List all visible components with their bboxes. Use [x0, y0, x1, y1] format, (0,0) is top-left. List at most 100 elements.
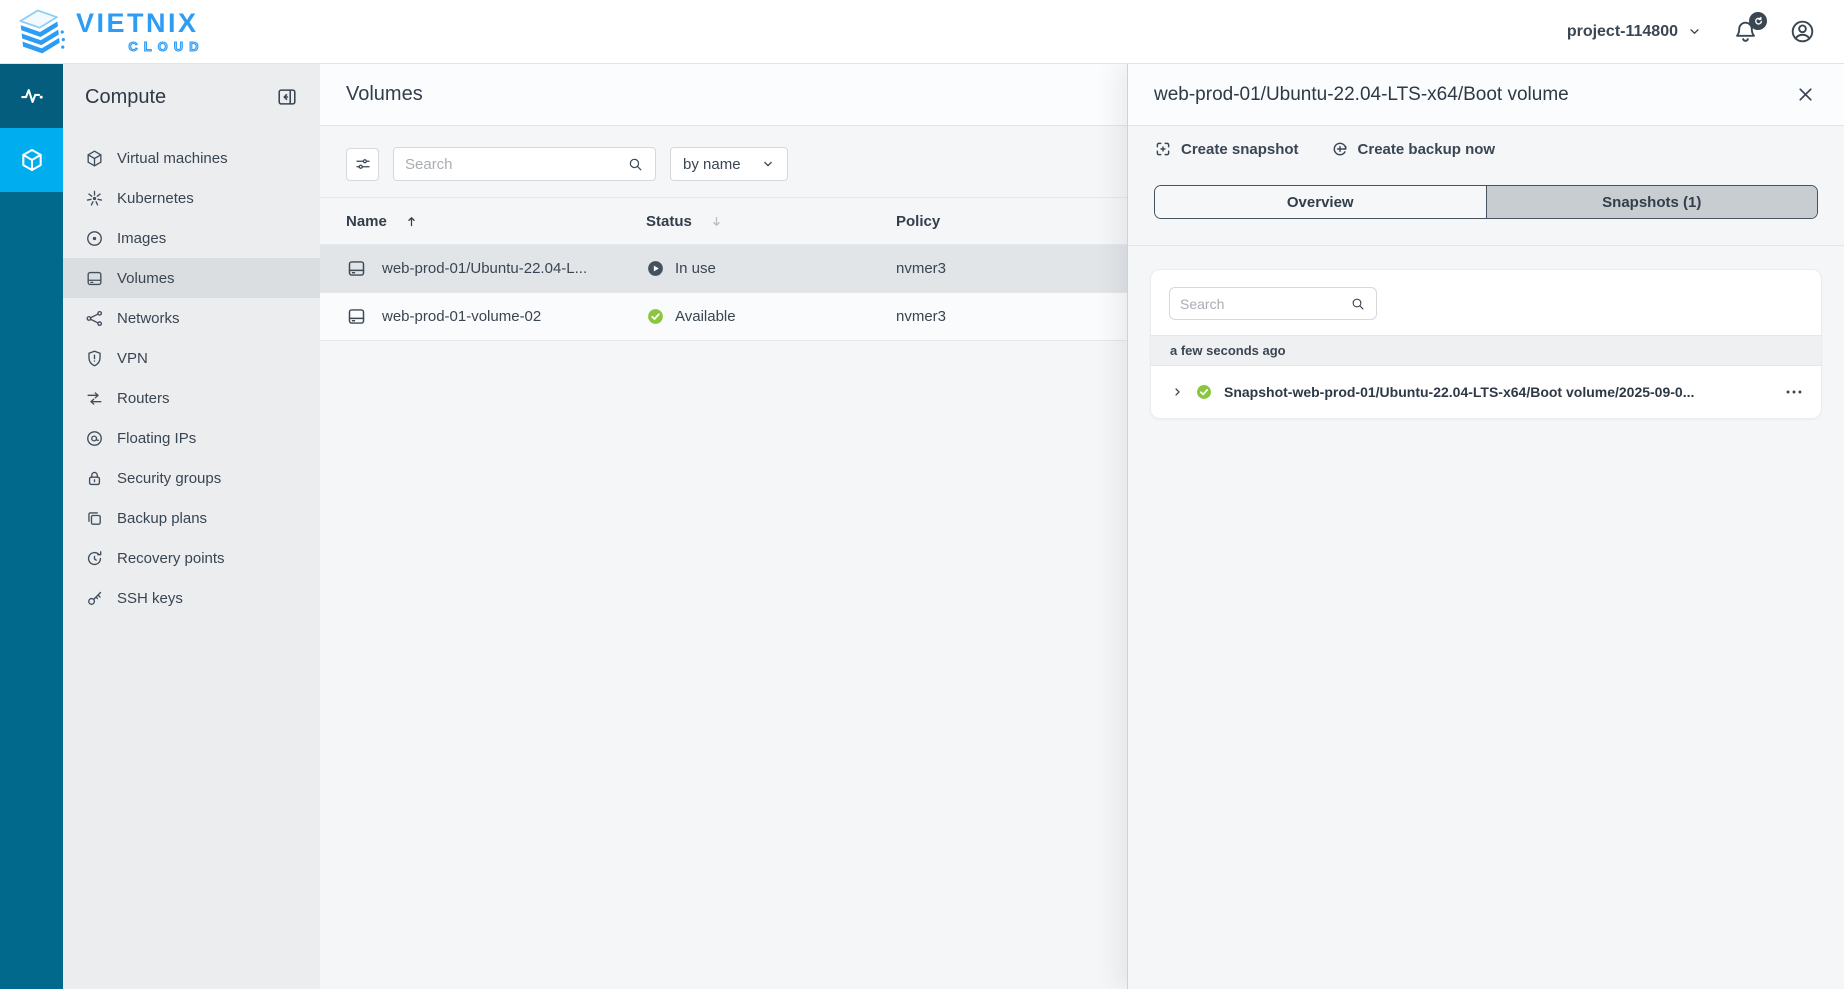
compute-cube-icon: [19, 147, 45, 173]
sidebar-item-label: VPN: [117, 350, 148, 367]
brand-title: VIETNIX: [76, 10, 199, 37]
panel-actions: Create snapshot Create backup now: [1128, 126, 1844, 158]
volumes-search-box: [393, 147, 656, 181]
sidebar-item-label: Virtual machines: [117, 150, 228, 167]
sidebar-item-backup-plans[interactable]: Backup plans: [63, 498, 320, 538]
sidebar-item-label: Floating IPs: [117, 430, 196, 447]
page-title: Volumes: [346, 83, 423, 106]
router-arrows-icon: [85, 389, 104, 408]
sidebar-item-vpn[interactable]: VPN: [63, 338, 320, 378]
recovery-clock-icon: [85, 549, 104, 568]
project-switcher[interactable]: project-114800: [1567, 23, 1702, 41]
sort-desc-icon: [709, 214, 724, 229]
volume-name-cell: web-prod-01-volume-02: [346, 306, 646, 327]
app-root: VIETNIX CLOUD project-114800: [0, 0, 1844, 989]
snapshot-group-header: a few seconds ago: [1151, 335, 1821, 366]
refresh-icon: [1753, 16, 1764, 27]
chevron-down-icon: [761, 157, 775, 171]
sidebar-item-label: Recovery points: [117, 550, 225, 567]
snapshots-card: a few seconds ago Snapshot-web-prod-01/U…: [1150, 269, 1822, 419]
sidebar-item-label: Routers: [117, 390, 170, 407]
brand-subtitle: CLOUD: [76, 40, 205, 53]
rail-item-compute[interactable]: [0, 128, 63, 192]
sidebar-item-ssh-keys[interactable]: SSH keys: [63, 578, 320, 618]
column-header-name[interactable]: Name: [346, 213, 646, 230]
available-status-icon: [646, 307, 665, 326]
snapshot-row[interactable]: Snapshot-web-prod-01/Ubuntu-22.04-LTS-x6…: [1151, 366, 1821, 418]
sidebar-item-label: Backup plans: [117, 510, 207, 527]
filter-button[interactable]: [346, 148, 379, 181]
sidebar-item-virtual-machines[interactable]: Virtual machines: [63, 138, 320, 178]
sidebar-item-label: SSH keys: [117, 590, 183, 607]
snapshots-search-input[interactable]: [1180, 296, 1350, 312]
account-button[interactable]: [1789, 18, 1816, 45]
sidebar-item-routers[interactable]: Routers: [63, 378, 320, 418]
drive-icon: [85, 269, 104, 288]
volumes-search-input[interactable]: [405, 156, 627, 173]
sort-asc-icon: [404, 214, 419, 229]
network-nodes-icon: [85, 309, 104, 328]
key-icon: [85, 589, 104, 608]
panel-divider: [1128, 245, 1844, 246]
panel-header: web-prod-01/Ubuntu-22.04-LTS-x64/Boot vo…: [1128, 64, 1844, 126]
volume-name: web-prod-01/Ubuntu-22.04-L...: [382, 260, 587, 277]
create-snapshot-button[interactable]: Create snapshot: [1154, 140, 1299, 158]
ip-circle-icon: [85, 429, 104, 448]
tab-snapshots[interactable]: Snapshots (1): [1486, 186, 1818, 218]
sidebar-item-networks[interactable]: Networks: [63, 298, 320, 338]
sort-by-value: by name: [683, 156, 741, 173]
sidebar-item-images[interactable]: Images: [63, 218, 320, 258]
notification-badge: [1749, 12, 1767, 30]
panel-tabs: Overview Snapshots (1): [1154, 185, 1818, 219]
sidebar-item-label: Kubernetes: [117, 190, 194, 207]
chevron-right-icon: [1171, 386, 1184, 399]
notifications-button[interactable]: [1732, 18, 1759, 45]
drive-icon: [346, 306, 367, 327]
sidebar-collapse-button[interactable]: [276, 86, 298, 108]
sidebar-item-volumes[interactable]: Volumes: [63, 258, 320, 298]
volume-status-cell: In use: [646, 259, 896, 278]
drive-icon: [346, 258, 367, 279]
cube-icon: [85, 149, 104, 168]
shield-icon: [85, 349, 104, 368]
panel-close-button[interactable]: [1793, 82, 1818, 107]
sidebar-header: Compute: [63, 64, 320, 130]
column-header-status[interactable]: Status: [646, 213, 896, 230]
brand-stack-icon: [14, 6, 66, 58]
sidebar-item-recovery-points[interactable]: Recovery points: [63, 538, 320, 578]
brand-wordmark: VIETNIX CLOUD: [76, 10, 199, 53]
snapshot-menu-button[interactable]: [1783, 381, 1805, 403]
copy-squares-icon: [85, 509, 104, 528]
sliders-filter-icon: [354, 155, 372, 173]
sidebar-item-security-groups[interactable]: Security groups: [63, 458, 320, 498]
snapshot-expand-button[interactable]: [1171, 386, 1184, 399]
close-icon: [1795, 84, 1816, 105]
top-bar: VIETNIX CLOUD project-114800: [0, 0, 1844, 64]
status-label: In use: [675, 260, 716, 277]
sidebar-menu: Virtual machines Kubernetes Images Volum…: [63, 130, 320, 618]
tab-overview[interactable]: Overview: [1155, 186, 1486, 218]
volume-name-cell: web-prod-01/Ubuntu-22.04-L...: [346, 258, 646, 279]
search-icon: [1350, 296, 1366, 312]
sidebar-item-label: Volumes: [117, 270, 175, 287]
project-label: project-114800: [1567, 23, 1678, 41]
brand-logo[interactable]: VIETNIX CLOUD: [14, 6, 199, 58]
helm-wheel-icon: [85, 189, 104, 208]
sort-by-select[interactable]: by name: [670, 147, 788, 181]
user-avatar-icon: [1789, 18, 1816, 45]
snapshot-frame-icon: [1154, 140, 1172, 158]
ellipsis-icon: [1783, 381, 1805, 403]
sidebar: Compute Virtual machines Kubernetes Imag…: [63, 64, 320, 989]
disc-icon: [85, 229, 104, 248]
rail-item-dashboard[interactable]: [0, 64, 63, 128]
snapshots-search-box: [1169, 287, 1377, 320]
panel-title: web-prod-01/Ubuntu-22.04-LTS-x64/Boot vo…: [1154, 84, 1569, 106]
sidebar-item-label: Security groups: [117, 470, 221, 487]
sidebar-item-kubernetes[interactable]: Kubernetes: [63, 178, 320, 218]
icon-rail: [0, 64, 63, 989]
create-backup-button[interactable]: Create backup now: [1331, 140, 1496, 158]
sidebar-item-floating-ips[interactable]: Floating IPs: [63, 418, 320, 458]
sidebar-title: Compute: [85, 86, 166, 109]
status-label: Available: [675, 308, 736, 325]
pulse-activity-icon: [19, 83, 45, 109]
